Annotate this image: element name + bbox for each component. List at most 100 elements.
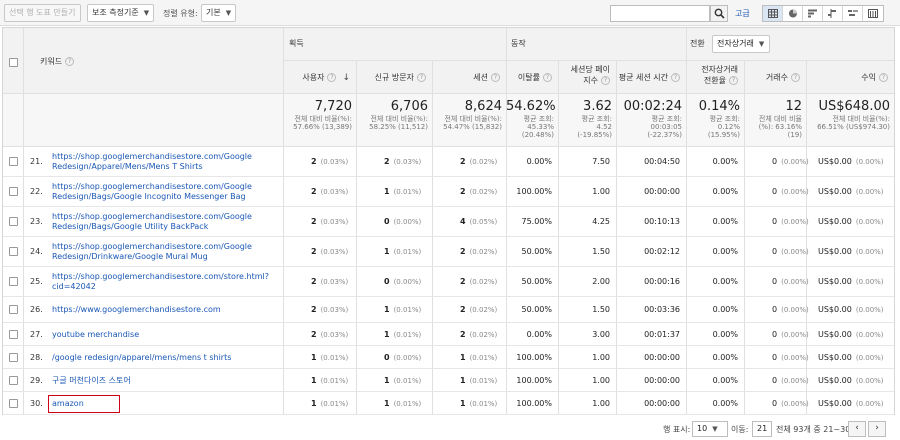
keyword-link[interactable]: https://shop.googlemerchandisestore.com/… [52,242,252,262]
cell-revenue: US$0.00 (0.00%) [818,376,900,385]
term-cloud-icon [848,10,858,16]
keyword-link[interactable]: https://shop.googlemerchandisestore.com/… [52,152,252,172]
total-new-visitors: 6,706 [390,99,428,114]
row-checkbox[interactable] [9,277,18,286]
pie-view-button[interactable] [783,6,803,21]
sort-descending-icon[interactable]: ↓ [342,73,350,83]
cell-value: 2 [311,305,317,314]
keyword-link[interactable]: https://shop.googlemerchandisestore.com/… [52,272,269,292]
goto-page-input[interactable]: 21 [752,421,772,437]
help-icon[interactable]: ? [543,73,552,82]
cell-value: 1 [311,398,317,408]
cell-ecommerce-conversion-rate: 0.00% [712,398,738,408]
chevron-right-icon: › [875,423,879,433]
cell-avg-session-duration: 00:10:13 [644,217,680,226]
help-icon[interactable]: ? [671,73,680,82]
cell-revenue: US$0.00 (0.00%) [818,353,900,362]
cell-value: 0 [772,277,778,286]
cell-value: 1 [311,352,317,362]
row-number: 27. [30,329,43,339]
keyword-link[interactable]: 구글 머천다이즈 스토어 [52,376,131,386]
cell-users: 1 (0.01%) [311,353,378,362]
cell-value: US$0.00 [818,217,852,226]
row-checkbox[interactable] [9,157,18,166]
cell-percent: (0.00%) [855,399,884,408]
performance-view-button[interactable] [803,6,823,21]
keyword-line: https://shop.googlemerchandisestore.com/… [52,182,252,191]
row-checkbox[interactable] [9,187,18,196]
cell-pages-per-session: 4.25 [592,217,610,226]
row-checkbox[interactable] [9,329,18,339]
secondary-dimension-dropdown[interactable]: 보조 측정기준 ▼ [87,4,155,22]
column-header-sessions[interactable]: 세션? [432,72,500,83]
cell-pages-per-session: 3.00 [592,329,610,339]
column-header-avg-session-duration[interactable]: 평균 세션 시간? [616,72,680,83]
help-icon[interactable]: ? [417,73,426,82]
cell-value: 2 [311,217,317,226]
cell-revenue: US$0.00 (0.00%) [818,399,900,408]
select-all-checkbox[interactable] [9,58,18,67]
row-checkbox[interactable] [9,352,18,362]
column-header-revenue[interactable]: 수익? [806,72,888,83]
pivot-view-button[interactable] [863,6,883,21]
cell-users: 2 (0.03%) [311,305,378,314]
cell-new-visitors: 0 (0.00%) [384,353,454,362]
row-checkbox[interactable] [9,305,18,314]
help-icon[interactable]: ? [729,76,738,85]
keyword-line: cid=42042 [52,282,96,291]
cell-bounce-rate: 100.00% [516,398,552,408]
sort-type-dropdown[interactable]: 기본 ▼ [201,4,237,22]
comparison-view-button[interactable] [823,6,843,21]
cell-percent: (0.01%) [393,376,422,385]
keyword-column-header[interactable]: 키워드? [40,56,75,67]
column-header-new-visitors[interactable]: 신규 방문자? [356,72,426,83]
keyword-link[interactable]: /google redesign/apparel/mens/mens t shi… [52,353,231,363]
cell-percent: (0.03%) [320,188,349,196]
help-icon[interactable]: ? [491,73,500,82]
help-icon[interactable]: ? [327,73,337,82]
total-transactions: 12 [785,99,802,114]
keyword-link[interactable]: https://www.googlemerchandisestore.com [52,305,221,315]
cell-ecommerce-conversion-rate: 0.00% [712,305,738,314]
cell-bounce-rate: 0.00% [526,157,552,166]
column-header-users[interactable]: 사용자? ↓ [283,72,350,84]
row-number: 30. [30,398,43,408]
cell-revenue: US$0.00 (0.00%) [818,247,900,256]
search-button[interactable] [710,5,728,22]
conversion-type-dropdown[interactable]: 전자상거래 ▼ [712,35,770,53]
cell-value: US$0.00 [818,187,852,196]
term-cloud-button[interactable] [843,6,863,21]
column-header-transactions[interactable]: 거래수? [744,72,800,83]
cell-percent: (0.03%) [320,330,349,339]
help-icon[interactable]: ? [65,57,75,66]
help-icon[interactable]: ? [601,76,610,85]
keyword-link[interactable]: https://shop.googlemerchandisestore.com/… [52,212,252,232]
table-view-button[interactable] [763,6,783,21]
cell-percent: (0.00%) [781,248,809,256]
keyword-link[interactable]: youtube merchandise [52,330,139,340]
pie-view-icon [789,9,797,18]
prev-page-button[interactable]: ‹ [848,421,866,437]
help-icon[interactable]: ? [791,73,800,82]
column-header-pages-per-session[interactable]: 세션당 페이 지수? [558,64,610,86]
table-search-input[interactable] [610,5,710,22]
cell-percent: (0.01%) [320,399,349,408]
plot-rows-button[interactable]: 선택 행 도표 만들기 [4,4,81,22]
cell-revenue: US$0.00 (0.00%) [818,187,900,196]
help-icon[interactable]: ? [879,73,888,82]
cell-percent: (0.00%) [781,218,809,226]
advanced-filter-link[interactable]: 고급 [735,8,750,19]
column-header-ecommerce-conversion-rate[interactable]: 전자상거래 전환율? [686,64,738,86]
cell-users: 2 (0.03%) [311,217,378,226]
rows-per-page-select[interactable]: 10 ▼ [692,421,728,437]
row-checkbox[interactable] [9,398,18,408]
row-checkbox[interactable] [9,217,18,226]
keyword-link[interactable]: https://shop.googlemerchandisestore.com/… [52,182,252,202]
keyword-line: youtube merchandise [52,329,140,339]
column-header-bounce-rate[interactable]: 이탈률? [506,72,552,83]
row-checkbox[interactable] [9,375,18,385]
cell-pages-per-session: 1.00 [592,398,610,408]
total-bounce-rate: 54.62% [506,99,556,114]
next-page-button[interactable]: › [868,421,886,437]
row-checkbox[interactable] [9,247,18,256]
